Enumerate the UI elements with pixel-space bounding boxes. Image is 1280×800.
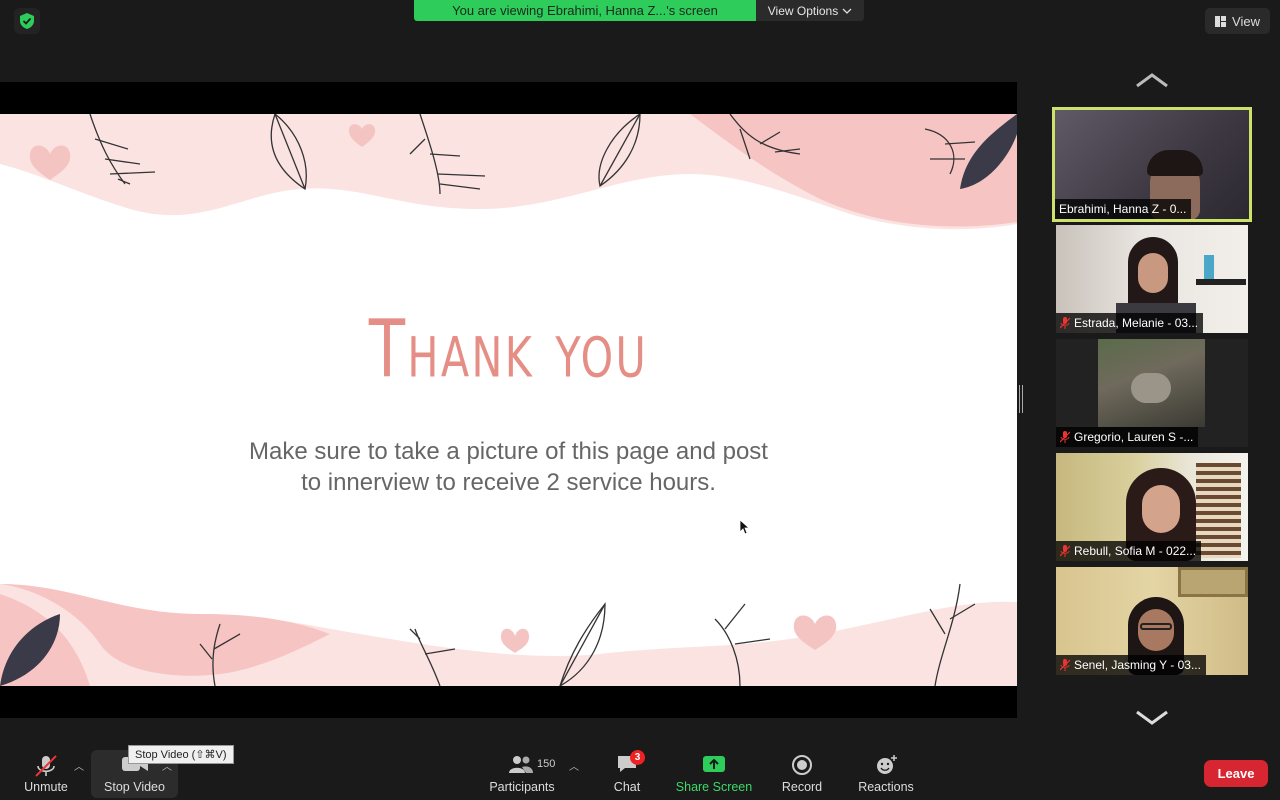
video-tile[interactable]: Estrada, Melanie - 03...: [1056, 225, 1248, 333]
view-button[interactable]: View: [1205, 8, 1270, 34]
slide-body-line-2: to innerview to receive 2 service hours.: [301, 469, 716, 496]
audio-options-caret-icon[interactable]: ︿: [74, 758, 84, 773]
participant-name: Rebull, Sofia M - 022...: [1056, 541, 1202, 561]
video-tile[interactable]: Gregorio, Lauren S -...: [1056, 339, 1248, 447]
participants-options-caret-icon[interactable]: ︿: [569, 758, 579, 773]
participants-count: 150: [537, 758, 556, 770]
video-tile[interactable]: Senel, Jasming Y - 03...: [1056, 567, 1248, 675]
reactions-button[interactable]: Reactions: [853, 746, 919, 800]
reactions-label: Reactions: [858, 780, 914, 794]
chat-button[interactable]: 3 Chat: [604, 746, 650, 800]
chat-label: Chat: [613, 780, 641, 794]
gallery-scroll-down-icon[interactable]: [1135, 710, 1169, 726]
chat-unread-badge: 3: [630, 750, 645, 765]
shared-screen[interactable]: Thank you Make sure to take a picture of…: [0, 82, 1017, 718]
participant-name: Estrada, Melanie - 03...: [1056, 313, 1204, 333]
participants-icon: [509, 756, 533, 773]
screen-share-banner: You are viewing Ebrahimi, Hanna Z...'s s…: [414, 0, 864, 21]
presentation-slide: Thank you Make sure to take a picture of…: [0, 114, 1017, 686]
mouse-cursor-icon: [740, 520, 750, 535]
participants-button[interactable]: Participants: [480, 746, 564, 800]
leave-button[interactable]: Leave: [1204, 760, 1268, 787]
muted-mic-icon: [1060, 431, 1070, 443]
chevron-down-icon: [842, 8, 852, 14]
slide-body-line-1: Make sure to take a picture of this page…: [249, 438, 768, 465]
stop-video-label: Stop Video: [104, 780, 165, 794]
gallery-scroll-up-icon[interactable]: [1135, 72, 1169, 88]
zoom-window: You are viewing Ebrahimi, Hanna Z...'s s…: [0, 0, 1280, 800]
share-screen-icon: [703, 756, 725, 772]
record-icon: [792, 755, 812, 775]
muted-mic-icon: [1060, 545, 1070, 557]
video-tile-active[interactable]: Ebrahimi, Hanna Z - 0...: [1052, 107, 1252, 222]
muted-mic-icon: [1060, 659, 1070, 671]
unmute-button[interactable]: Unmute: [18, 746, 74, 800]
viewing-screen-text: You are viewing Ebrahimi, Hanna Z...'s s…: [414, 0, 756, 21]
participants-label: Participants: [489, 780, 555, 794]
view-button-label: View: [1232, 13, 1260, 29]
muted-mic-icon: [1060, 317, 1070, 329]
splitter-handle[interactable]: [1019, 385, 1023, 413]
video-tile[interactable]: Rebull, Sofia M - 022...: [1056, 453, 1248, 561]
muted-microphone-icon: [35, 755, 57, 777]
unmute-label: Unmute: [24, 780, 68, 794]
view-options-label: View Options: [767, 3, 839, 18]
slide-title: Thank you: [368, 301, 649, 396]
view-options-button[interactable]: View Options: [756, 0, 864, 21]
gallery-view-icon: [1215, 15, 1227, 27]
add-reaction-icon: [877, 755, 897, 774]
share-screen-label: Share Screen: [675, 780, 753, 794]
security-shield-icon[interactable]: [14, 8, 40, 34]
share-screen-button[interactable]: Share Screen: [672, 746, 756, 800]
record-button[interactable]: Record: [776, 746, 828, 800]
participant-name: Senel, Jasming Y - 03...: [1056, 655, 1206, 675]
participant-name: Gregorio, Lauren S -...: [1056, 427, 1199, 447]
floral-decoration: [0, 114, 1017, 686]
stop-video-tooltip: Stop Video (⇧⌘V): [128, 745, 234, 764]
participant-name: Ebrahimi, Hanna Z - 0...: [1055, 199, 1192, 219]
slide-body: Make sure to take a picture of this page…: [0, 436, 1017, 498]
record-label: Record: [781, 780, 823, 794]
